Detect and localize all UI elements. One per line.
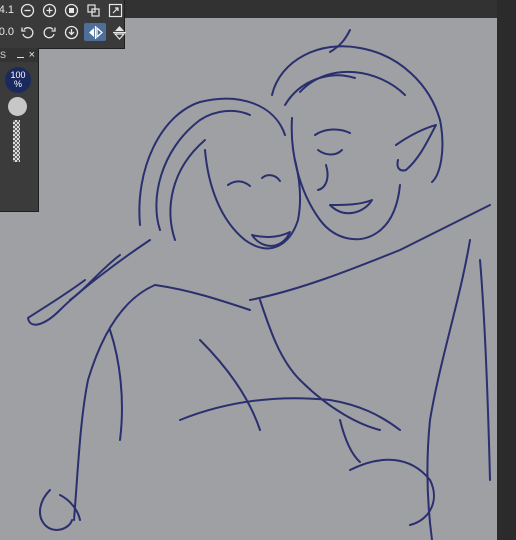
flip-vertical-icon[interactable] — [110, 23, 128, 41]
flip-horizontal-icon[interactable] — [84, 23, 106, 41]
fullscreen-icon[interactable] — [106, 1, 124, 19]
rotation-value[interactable]: 0.0 — [0, 26, 14, 38]
minimize-icon[interactable] — [16, 56, 24, 58]
navigator-toolbar: 4.1 0.0 — [0, 0, 128, 49]
rotate-right-icon[interactable] — [40, 23, 58, 41]
brush-size-preview[interactable] — [8, 97, 27, 116]
drawing-canvas[interactable] — [0, 18, 497, 540]
zoom-value[interactable]: 4.1 — [0, 4, 14, 16]
sketch-artwork — [27, 29, 491, 540]
panel-tab-label[interactable]: S — [0, 50, 6, 60]
reset-rotation-icon[interactable] — [62, 23, 80, 41]
zoom-in-icon[interactable] — [40, 1, 58, 19]
transparency-slider[interactable] — [13, 120, 20, 162]
brush-size-panel: S × 100 % — [0, 48, 39, 212]
zoom-out-icon[interactable] — [18, 1, 36, 19]
opacity-indicator[interactable]: 100 % — [5, 67, 31, 93]
opacity-unit: % — [13, 79, 22, 89]
stop-icon[interactable] — [62, 1, 80, 19]
panel-header: S × — [0, 48, 38, 62]
top-ruler-strip — [124, 0, 497, 18]
fit-window-icon[interactable] — [84, 1, 102, 19]
rotate-left-icon[interactable] — [18, 23, 36, 41]
canvas-scroll-gutter[interactable] — [497, 0, 516, 540]
close-icon[interactable]: × — [29, 50, 35, 61]
